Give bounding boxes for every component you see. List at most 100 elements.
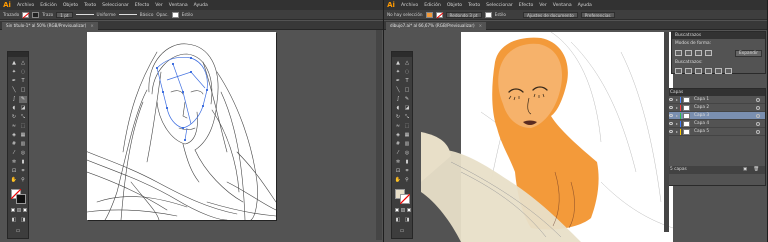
stroke-color-box[interactable] <box>16 194 26 204</box>
lasso-icon[interactable]: ◌ <box>403 69 411 76</box>
selection-tool-icon[interactable]: ▲ <box>10 60 18 67</box>
layer-row[interactable]: ▸ Capa 3 <box>667 112 765 120</box>
menu-ayuda[interactable]: Ayuda <box>191 3 211 8</box>
graph-tool-icon[interactable]: ▮ <box>19 159 27 166</box>
gradient-tool-icon[interactable]: ▥ <box>19 141 27 148</box>
shape-builder-icon[interactable]: ◈ <box>394 132 402 139</box>
left-document-tab[interactable]: Sin título-1* al 50% (RGB/Previsualizar)… <box>2 22 98 30</box>
unite-icon[interactable] <box>675 50 682 56</box>
left-vertical-scrollbar[interactable] <box>376 30 382 240</box>
expand-button[interactable]: Expandir <box>734 50 762 57</box>
brush-weight-field[interactable]: Redondo 3 pt <box>445 11 482 18</box>
slice-tool-icon[interactable]: ⌗ <box>403 168 411 175</box>
exclude-icon[interactable] <box>705 50 712 56</box>
blob-brush-icon[interactable]: ◖ <box>394 105 402 112</box>
brush-tool-icon[interactable]: ∫ <box>10 96 18 103</box>
menu-seleccionar[interactable]: Seleccionar <box>99 3 132 8</box>
menu-efecto[interactable]: Efecto <box>132 3 152 8</box>
width-tool-icon[interactable]: ≈ <box>394 123 402 130</box>
menu-edicion[interactable]: Edición <box>37 3 60 8</box>
brush-tool-icon[interactable]: ∫ <box>394 96 402 103</box>
hand-tool-icon[interactable]: ✋ <box>10 177 18 184</box>
style-swatch[interactable] <box>171 11 179 18</box>
line-tool-icon[interactable]: ╲ <box>394 87 402 94</box>
expand-arrow-icon[interactable]: ▸ <box>676 130 678 134</box>
selection-tool-icon[interactable]: ▲ <box>394 60 402 67</box>
fill-swatch[interactable] <box>425 11 433 18</box>
intersect-icon[interactable] <box>695 50 702 56</box>
blend-tool-icon[interactable]: ◎ <box>403 150 411 157</box>
blob-brush-icon[interactable]: ◖ <box>10 105 18 112</box>
none-swatch-icon[interactable] <box>407 208 411 212</box>
menu-objeto[interactable]: Objeto <box>444 3 465 8</box>
pencil-tool-icon[interactable]: ✎ <box>403 96 411 103</box>
stroke-weight-field[interactable]: 1 pt <box>56 11 73 18</box>
layer-target-icon[interactable] <box>756 106 760 110</box>
layer-name[interactable]: Capa 2 <box>694 104 709 112</box>
hand-tool-icon[interactable]: ✋ <box>394 177 402 184</box>
menu-archivo[interactable]: Archivo <box>398 3 421 8</box>
layer-name[interactable]: Capa 3 <box>694 112 709 120</box>
lasso-icon[interactable]: ◌ <box>19 69 27 76</box>
expand-arrow-icon[interactable]: ▸ <box>676 98 678 102</box>
tools-panel-header[interactable] <box>8 52 28 57</box>
artboard-tool-icon[interactable]: ⊡ <box>10 168 18 175</box>
pencil-tool-icon[interactable]: ✎ <box>19 96 27 103</box>
layer-row[interactable]: ▸ Capa 4 <box>667 120 765 128</box>
pen-tool-icon[interactable]: ✒ <box>10 78 18 85</box>
magic-wand-icon[interactable]: ✦ <box>10 69 18 76</box>
type-tool-icon[interactable]: T <box>403 78 411 85</box>
visibility-eye-icon[interactable] <box>669 106 673 109</box>
none-swatch-icon[interactable] <box>23 208 27 212</box>
scale-tool-icon[interactable]: ⤡ <box>19 114 27 121</box>
close-icon[interactable]: × <box>90 23 93 28</box>
layers-panel-title[interactable]: Capas <box>667 89 765 96</box>
artboard-tool-icon[interactable]: ⊡ <box>394 168 402 175</box>
minus-back-icon[interactable] <box>725 68 732 74</box>
document-setup-button[interactable]: Ajustes de documento <box>522 11 578 18</box>
free-transform-icon[interactable]: ⬚ <box>19 123 27 130</box>
eyedropper-icon[interactable]: ⁄ <box>10 150 18 157</box>
menu-ayuda[interactable]: Ayuda <box>575 3 595 8</box>
new-layer-icon[interactable]: ▣ <box>743 166 747 174</box>
shape-builder-icon[interactable]: ◈ <box>10 132 18 139</box>
symbol-sprayer-icon[interactable]: ✲ <box>394 159 402 166</box>
trim-icon[interactable] <box>685 68 692 74</box>
visibility-eye-icon[interactable] <box>669 98 673 101</box>
perspective-grid-icon[interactable]: ▦ <box>19 132 27 139</box>
layer-row[interactable]: ▸ Capa 1 <box>667 96 765 104</box>
direct-selection-icon[interactable]: △ <box>403 60 411 67</box>
outline-icon[interactable] <box>715 68 722 74</box>
draw-mode-icon[interactable]: ◧ <box>10 217 18 224</box>
gradient-tool-icon[interactable]: ▥ <box>403 141 411 148</box>
rotate-tool-icon[interactable]: ↻ <box>394 114 402 121</box>
layer-name[interactable]: Capa 1 <box>694 96 709 104</box>
zoom-tool-icon[interactable]: ⚲ <box>403 177 411 184</box>
visibility-eye-icon[interactable] <box>669 122 673 125</box>
draw-inside-icon[interactable]: ◨ <box>403 217 411 224</box>
graph-tool-icon[interactable]: ▮ <box>403 159 411 166</box>
expand-arrow-icon[interactable]: ▸ <box>676 122 678 126</box>
fill-swatch[interactable] <box>22 11 30 18</box>
direct-selection-icon[interactable]: △ <box>19 60 27 67</box>
menu-seleccionar[interactable]: Seleccionar <box>483 3 516 8</box>
divide-icon[interactable] <box>675 68 682 74</box>
menu-ventana[interactable]: Ventana <box>166 3 191 8</box>
left-artboard[interactable] <box>87 32 276 220</box>
close-icon[interactable]: × <box>479 23 482 28</box>
draw-inside-icon[interactable]: ◨ <box>19 217 27 224</box>
eraser-tool-icon[interactable]: ◪ <box>403 105 411 112</box>
merge-icon[interactable] <box>695 68 702 74</box>
menu-efecto[interactable]: Efecto <box>516 3 536 8</box>
layer-row[interactable]: ▸ Capa 5 <box>667 128 765 136</box>
line-tool-icon[interactable]: ╲ <box>10 87 18 94</box>
brush-label[interactable]: Uniforme <box>97 12 116 17</box>
menu-texto[interactable]: Texto <box>465 3 483 8</box>
menu-ver[interactable]: Ver <box>152 3 166 8</box>
stroke-color-box[interactable] <box>400 194 410 204</box>
menu-archivo[interactable]: Archivo <box>14 3 37 8</box>
menu-ventana[interactable]: Ventana <box>550 3 575 8</box>
default-colors-icon[interactable] <box>11 208 15 212</box>
layer-name[interactable]: Capa 5 <box>694 128 709 136</box>
menu-ver[interactable]: Ver <box>536 3 550 8</box>
